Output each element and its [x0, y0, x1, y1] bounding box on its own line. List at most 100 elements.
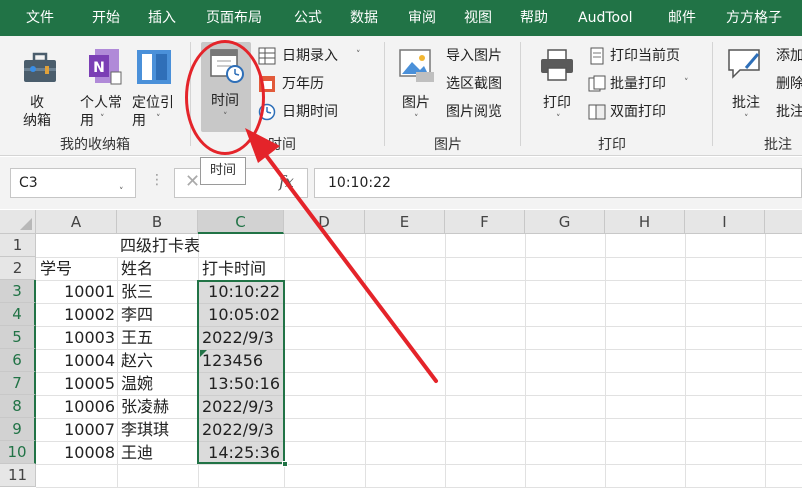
picture-browse-label: 图片阅览: [446, 104, 502, 120]
col-header-partial[interactable]: [765, 210, 802, 234]
batch-print-button[interactable]: 批量打印 ˅: [588, 74, 698, 94]
picture-icon: [399, 49, 434, 82]
col-header-D[interactable]: D: [284, 210, 365, 234]
cell-name[interactable]: 李四: [119, 303, 198, 326]
cell-name[interactable]: 赵六: [119, 349, 198, 372]
duplex-print-button[interactable]: 双面打印: [588, 102, 698, 122]
header-name[interactable]: 姓名: [119, 257, 198, 280]
date-time-label: 日期时间: [282, 104, 338, 120]
tab-fangfang-gezi[interactable]: 方方格子: [726, 0, 782, 36]
row-header-8[interactable]: 8: [0, 395, 36, 418]
chevron-down-icon: ˅: [356, 50, 361, 60]
perpetual-calendar-button[interactable]: 万年历: [258, 74, 358, 94]
printer-icon: [541, 49, 573, 81]
tab-file[interactable]: 文件: [26, 0, 54, 36]
cell-name[interactable]: 王五: [119, 326, 198, 349]
personal-common-button[interactable]: N 个人常 用 ˅: [76, 42, 132, 132]
row-header-6[interactable]: 6: [0, 349, 36, 372]
name-box[interactable]: C3 ˅: [10, 168, 136, 198]
cell-title[interactable]: 四级打卡表: [36, 234, 284, 257]
cancel-icon[interactable]: ✕: [185, 171, 200, 192]
cell-name[interactable]: 温婉: [119, 372, 198, 395]
cell-time[interactable]: 10:05:02: [198, 303, 282, 326]
cell-time[interactable]: 2022/9/3: [200, 395, 284, 418]
tab-insert[interactable]: 插入: [148, 0, 176, 36]
onenote-icon: N: [89, 49, 122, 85]
collect-box-button[interactable]: 收 纳箱: [16, 42, 64, 132]
area-screenshot-button[interactable]: 选区截图: [446, 74, 516, 94]
cell-id[interactable]: 10007: [36, 418, 117, 441]
locate-reference-button[interactable]: 定位引 用 ˅: [130, 42, 182, 132]
comment-partial-button[interactable]: 批注: [776, 103, 802, 121]
picture-browse-button[interactable]: 图片阅览: [446, 102, 516, 122]
comment-button[interactable]: 批注 ˅: [724, 42, 768, 132]
ribbon-tab-bar: 文件 开始 插入 页面布局 公式 数据 审阅 视图 帮助 AudTool 邮件 …: [0, 0, 802, 36]
date-time-button[interactable]: 日期时间: [258, 102, 358, 122]
table-icon: [258, 47, 276, 65]
cell-id[interactable]: 10006: [36, 395, 117, 418]
row-header-9[interactable]: 9: [0, 418, 36, 441]
print-current-page-button[interactable]: 打印当前页: [588, 46, 698, 66]
date-entry-button[interactable]: 日期录入 ˅: [258, 46, 378, 66]
cell-name[interactable]: 王迪: [119, 441, 198, 464]
cell-id[interactable]: 10003: [36, 326, 117, 349]
cell-id[interactable]: 10005: [36, 372, 117, 395]
row-header-5[interactable]: 5: [0, 326, 36, 349]
tab-audtool[interactable]: AudTool: [578, 0, 633, 36]
formula-input[interactable]: 10:10:22: [314, 168, 802, 198]
cell-name[interactable]: 张凌赫: [119, 395, 198, 418]
cell-time[interactable]: 10:10:22: [198, 280, 282, 303]
cell-name[interactable]: 张三: [119, 280, 198, 303]
worksheet-grid[interactable]: A B C D E F G H I 1 2 3 4 5 6 7 8 9 10 1…: [0, 210, 802, 488]
cell-time[interactable]: 14:25:36: [198, 441, 282, 464]
comment-icon: [728, 49, 760, 79]
cell-id[interactable]: 10004: [36, 349, 117, 372]
row-header-10[interactable]: 10: [0, 441, 36, 464]
delete-comment-button[interactable]: 删除: [776, 75, 802, 93]
col-header-F[interactable]: F: [445, 210, 525, 234]
cell-id[interactable]: 10002: [36, 303, 117, 326]
row-header-4[interactable]: 4: [0, 303, 36, 326]
tab-page-layout[interactable]: 页面布局: [206, 0, 262, 36]
fill-handle[interactable]: [282, 461, 288, 467]
picture-button[interactable]: 图片 ˅: [396, 42, 440, 132]
add-comment-button[interactable]: 添加: [776, 47, 802, 65]
print-button[interactable]: 打印 ˅: [536, 42, 580, 132]
row-header-3[interactable]: 3: [0, 280, 36, 303]
header-clock-in-time[interactable]: 打卡时间: [200, 257, 284, 280]
tab-data[interactable]: 数据: [350, 0, 378, 36]
chevron-down-icon: ˅: [684, 78, 689, 88]
import-picture-button[interactable]: 导入图片: [446, 46, 516, 66]
row-header-7[interactable]: 7: [0, 372, 36, 395]
tab-help[interactable]: 帮助: [520, 0, 548, 36]
cell-time[interactable]: 2022/9/3: [200, 418, 284, 441]
chevron-down-icon[interactable]: ˅: [119, 178, 124, 206]
fx-button[interactable]: fx: [279, 172, 294, 191]
col-header-I[interactable]: I: [685, 210, 765, 234]
select-all-corner[interactable]: [0, 210, 36, 234]
tab-view[interactable]: 视图: [464, 0, 492, 36]
col-header-E[interactable]: E: [365, 210, 445, 234]
formula-bar: C3 ˅ ⋮ ✕ fx 10:10:22: [0, 157, 802, 209]
tab-mail[interactable]: 邮件: [668, 0, 696, 36]
col-header-C[interactable]: C: [198, 210, 284, 234]
header-student-id[interactable]: 学号: [38, 257, 117, 280]
col-header-H[interactable]: H: [605, 210, 685, 234]
tab-home[interactable]: 开始: [92, 0, 120, 36]
cell-time[interactable]: 2022/9/3: [200, 326, 284, 349]
col-header-G[interactable]: G: [525, 210, 605, 234]
cell-time[interactable]: 123456: [200, 349, 284, 372]
cell-id[interactable]: 10001: [36, 280, 117, 303]
col-header-B[interactable]: B: [117, 210, 198, 234]
row-header-2[interactable]: 2: [0, 257, 36, 280]
tab-formulas[interactable]: 公式: [294, 0, 322, 36]
cell-time[interactable]: 13:50:16: [198, 372, 282, 395]
cell-id[interactable]: 10008: [36, 441, 117, 464]
tab-review[interactable]: 审阅: [408, 0, 436, 36]
row-header-11[interactable]: 11: [0, 464, 36, 487]
ribbon: 收 纳箱 N 个人常 用 ˅ 定位引 用 ˅ 我的收纳箱 时间 ˅ 日期录入 ˅…: [0, 36, 802, 156]
row-header-1[interactable]: 1: [0, 234, 36, 257]
comment-label: 批注: [732, 95, 760, 111]
col-header-A[interactable]: A: [36, 210, 117, 234]
cell-name[interactable]: 李琪琪: [119, 418, 198, 441]
